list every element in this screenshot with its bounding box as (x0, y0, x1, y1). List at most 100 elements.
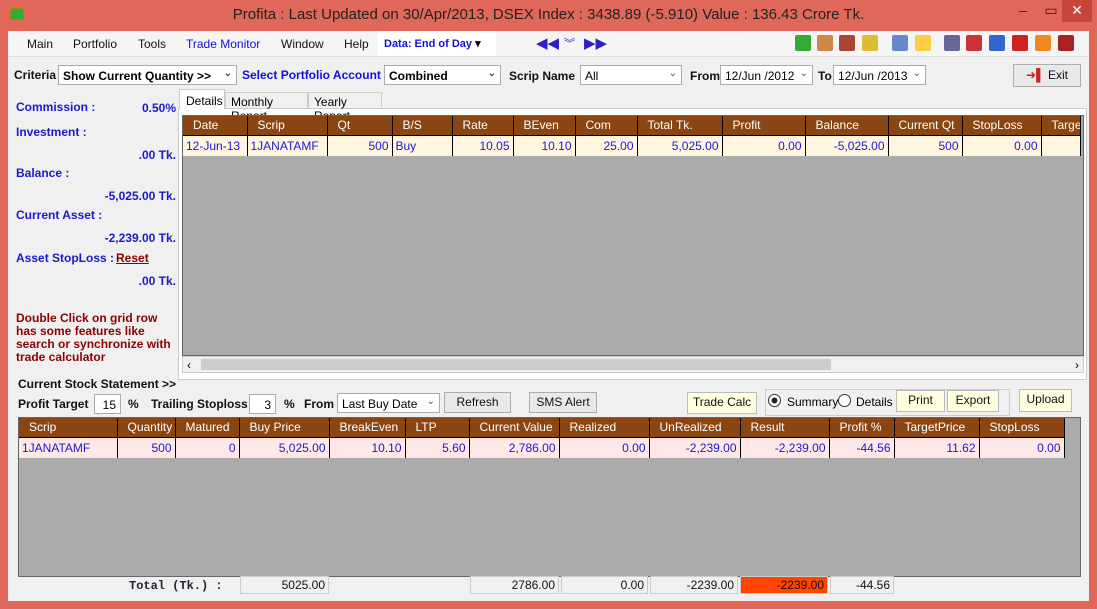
scrip-select[interactable]: All ⌄ (580, 65, 682, 85)
column-header[interactable]: Scrip (19, 418, 118, 437)
column-header[interactable]: Scrip (247, 116, 328, 135)
chart-icon[interactable] (817, 35, 833, 51)
column-header[interactable]: Current Qt (888, 116, 963, 135)
table-cell: 0.00 (962, 134, 1042, 156)
column-header[interactable]: Quantity (117, 418, 176, 437)
bar-chart-icon[interactable] (839, 35, 855, 51)
scroll-left-icon[interactable]: ‹ (187, 358, 191, 372)
sms-alert-button[interactable]: SMS Alert (529, 392, 597, 413)
menu-tools[interactable]: Tools (138, 37, 166, 51)
asset-stoploss-value: .00 Tk. (138, 274, 176, 288)
next-icon[interactable]: ▶▶ (584, 34, 607, 52)
print-button[interactable]: Print (896, 390, 945, 412)
from-basis-select[interactable]: Last Buy Date ⌄ (337, 393, 440, 413)
column-header[interactable]: Balance (805, 116, 889, 135)
chevron-down-icon: ⌄ (223, 68, 232, 79)
column-header[interactable]: Rate (452, 116, 514, 135)
criteria-value: Show Current Quantity >> (63, 69, 212, 83)
note-icon[interactable] (1035, 35, 1051, 51)
table-cell: 5,025.00 (637, 134, 723, 156)
column-header[interactable]: Profit % (829, 418, 895, 437)
column-header[interactable]: B/S (392, 116, 453, 135)
menu-portfolio[interactable]: Portfolio (73, 37, 117, 51)
tab-yearly-report[interactable]: Yearly Report (308, 92, 382, 123)
column-header[interactable]: Qt (327, 116, 393, 135)
scrollbar-thumb[interactable] (201, 359, 831, 370)
menu-window[interactable]: Window (281, 37, 324, 51)
to-date-picker[interactable]: 12/Jun /2013 ⌄ (833, 65, 926, 85)
from-date-picker[interactable]: 12/Jun /2012 ⌄ (720, 65, 813, 85)
table-cell: 500 (117, 436, 176, 458)
menu-main[interactable]: Main (27, 37, 53, 51)
menu-help[interactable]: Help (344, 37, 369, 51)
data-mode-dropdown[interactable]: Data: End of Day ▾ (378, 31, 496, 56)
prev-icon[interactable]: ◀◀ (536, 34, 559, 52)
column-header[interactable]: UnRealized (649, 418, 741, 437)
table-cell: 500 (327, 134, 393, 156)
profit-target-input[interactable]: 15 (94, 394, 121, 414)
upload-button[interactable]: Upload (1019, 389, 1072, 412)
exit-button[interactable]: ➜▌ Exit (1013, 64, 1081, 87)
column-header[interactable]: StopLoss (962, 116, 1042, 135)
table-cell: 5,025.00 (239, 436, 330, 458)
details-table: Date Scrip Qt B/S Rate BEven Com Total Tk. Profi… (183, 116, 1081, 156)
chevron-down-icon[interactable]: ︾ (564, 35, 575, 51)
download-icon[interactable] (795, 35, 811, 51)
column-header[interactable]: Buy Price (239, 418, 330, 437)
details-radio[interactable] (838, 394, 851, 407)
column-header[interactable]: LTP (405, 418, 470, 437)
profit-target-label: Profit Target (18, 397, 89, 411)
from-date: 12/Jun /2012 (725, 69, 795, 83)
total-current-value: 2786.00 (470, 576, 559, 594)
tab-details[interactable]: Details (179, 89, 225, 109)
column-header[interactable]: BEven (513, 116, 576, 135)
search-book-icon[interactable] (944, 35, 960, 51)
table-row[interactable]: 12-Jun-13 1JANATAMF 500 Buy 10.05 10.10 25.00 5… (183, 134, 1081, 156)
data-mode-label: Data: End of Day (384, 38, 473, 50)
column-header[interactable]: Target (1041, 116, 1081, 135)
horizontal-scrollbar[interactable]: ‹ › (182, 356, 1084, 373)
refresh-button[interactable]: Refresh (444, 392, 511, 413)
close-button[interactable]: ✕ (1062, 0, 1092, 22)
account-select[interactable]: Combined ⌄ (384, 65, 501, 85)
header-row: Scrip Quantity Matured Buy Price BreakEven LT… (19, 418, 1065, 437)
column-header[interactable]: Current Value (469, 418, 560, 437)
column-header[interactable]: Realized (559, 418, 650, 437)
trailing-stoploss-input[interactable]: 3 (249, 394, 276, 414)
edit-icon[interactable] (892, 35, 908, 51)
commission-value: 0.50% (141, 101, 176, 115)
minimize-button[interactable]: – (1008, 0, 1038, 22)
column-header[interactable]: TargetPrice (894, 418, 980, 437)
criteria-select[interactable]: Show Current Quantity >> ⌄ (58, 65, 237, 85)
table-cell: -2,239.00 (649, 436, 741, 458)
column-header[interactable]: Date (183, 116, 248, 135)
scroll-right-icon[interactable]: › (1075, 358, 1079, 372)
table-cell: 11.62 (894, 436, 980, 458)
export-button[interactable]: Export (947, 390, 999, 412)
reset-link[interactable]: Reset (116, 251, 149, 265)
table-cell: 500 (888, 134, 963, 156)
printer-icon[interactable] (1058, 35, 1074, 51)
tab-monthly-report[interactable]: Monthly Report (225, 92, 308, 123)
column-header[interactable]: Total Tk. (637, 116, 723, 135)
export-icon[interactable] (862, 35, 878, 51)
column-header[interactable]: Com (575, 116, 638, 135)
table-row[interactable]: 1JANATAMF 500 0 5,025.00 10.10 5.60 2,786.00 0.… (19, 436, 1065, 458)
calculator-icon[interactable] (989, 35, 1005, 51)
chevron-down-icon: ⌄ (487, 68, 496, 79)
menu-trade-monitor[interactable]: Trade Monitor (186, 37, 260, 51)
triangle-icon[interactable] (966, 35, 982, 51)
column-header[interactable]: Result (740, 418, 830, 437)
investment-label: Investment : (16, 125, 87, 139)
column-header[interactable]: BreakEven (329, 418, 406, 437)
current-asset-label: Current Asset : (16, 208, 103, 222)
m-icon[interactable] (1012, 35, 1028, 51)
balance-label: Balance : (16, 166, 70, 180)
table-cell: 1JANATAMF (19, 436, 118, 458)
column-header[interactable]: StopLoss (979, 418, 1065, 437)
column-header[interactable]: Profit (722, 116, 806, 135)
trade-calc-button[interactable]: Trade Calc (687, 392, 757, 414)
window-icon[interactable] (915, 35, 931, 51)
summary-radio[interactable] (768, 394, 781, 407)
column-header[interactable]: Matured (175, 418, 240, 437)
